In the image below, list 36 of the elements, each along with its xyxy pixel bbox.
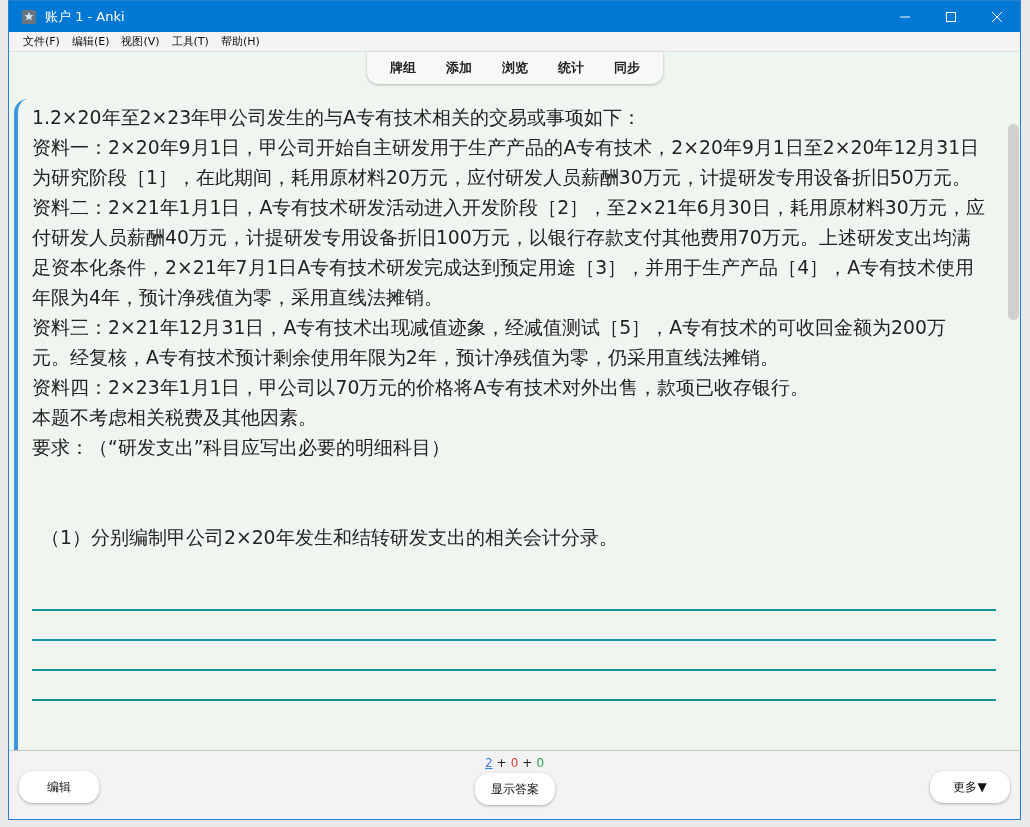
- toolbar-link[interactable]: 浏览: [486, 52, 543, 84]
- question-text: 为研究阶段［1］，在此期间，耗用原材料20万元，应付研发人员薪酬30万元，计提研发专用设备折旧50万元。: [32, 166, 972, 190]
- count-text: +: [522, 756, 533, 770]
- menu-item[interactable]: 视图(V): [115, 34, 166, 49]
- edit-button[interactable]: 编辑: [19, 771, 99, 803]
- count-text: 0: [510, 756, 519, 770]
- menu-item[interactable]: 帮助(H): [214, 34, 266, 49]
- menu-item[interactable]: 编辑(E): [65, 34, 116, 49]
- maximize-icon: [945, 10, 957, 23]
- show-answer-button[interactable]: 显示答案: [474, 773, 555, 805]
- question-text: 足资本化条件，2×21年7月1日A专有技术研发完成达到预定用途［3］，并用于生产产品［4］，A专有技术使用: [32, 256, 976, 280]
- question-text: 付研发人员薪酬40万元，计提研发专用设备折旧100万元，以银行存款支付其他费用70万元。上述研发支出均满: [32, 226, 972, 250]
- more-button[interactable]: 更多▼: [930, 771, 1010, 803]
- question-text: 1.2×20年至2×23年甲公司发生的与A专有技术相关的交易或事项如下：: [32, 106, 642, 130]
- close-icon: [991, 10, 1003, 23]
- toolbar-link[interactable]: 牌组: [374, 52, 431, 84]
- toolbar-link[interactable]: 添加: [430, 52, 487, 84]
- app-icon: [21, 8, 37, 25]
- question-text: 资料三：2×21年12月31日，A专有技术出现减值迹象，经减值测试［5］，A专有技术的可收回金额为200万: [32, 316, 947, 340]
- toolbar-link[interactable]: 同步: [598, 52, 655, 84]
- count-text: +: [496, 756, 507, 770]
- count-link[interactable]: 2: [484, 756, 493, 770]
- menu-item[interactable]: 工具(T): [165, 34, 215, 49]
- question-text: 资料四：2×23年1月1日，甲公司以70万元的价格将A专有技术对外出售，款项已收存银行。: [32, 376, 811, 400]
- count-text: 0: [536, 756, 544, 770]
- question-text: 年限为4年，预计净残值为零，采用直线法摊销。: [32, 286, 444, 310]
- question-text: （1）分别编制甲公司2×20年发生和结转研发支出的相关会计分录。: [41, 526, 619, 550]
- window-title: 账户 1 - Anki: [45, 7, 126, 26]
- question-text: 本题不考虑相关税费及其他因素。: [32, 406, 318, 430]
- question-text: 元。经复核，A专有技术预计剩余使用年限为2年，预计净残值为零，仍采用直线法摊销。: [32, 346, 780, 370]
- question-text: 资料一：2×20年9月1日，甲公司开始自主研发用于生产产品的A专有技术，2×20年9月1日至2×20年12月31日: [32, 136, 981, 160]
- menu-item[interactable]: 文件(F): [17, 34, 66, 49]
- question-text: 资料二：2×21年1月1日，A专有技术研发活动进入开发阶段［2］，至2×21年6月30日，耗用原材料30万元，应: [32, 196, 986, 220]
- question-text: 要求：（“研发支出”科目应写出必要的明细科目）: [32, 436, 452, 460]
- toolbar-link[interactable]: 统计: [542, 52, 599, 84]
- scrollbar-thumb[interactable]: [1008, 124, 1019, 320]
